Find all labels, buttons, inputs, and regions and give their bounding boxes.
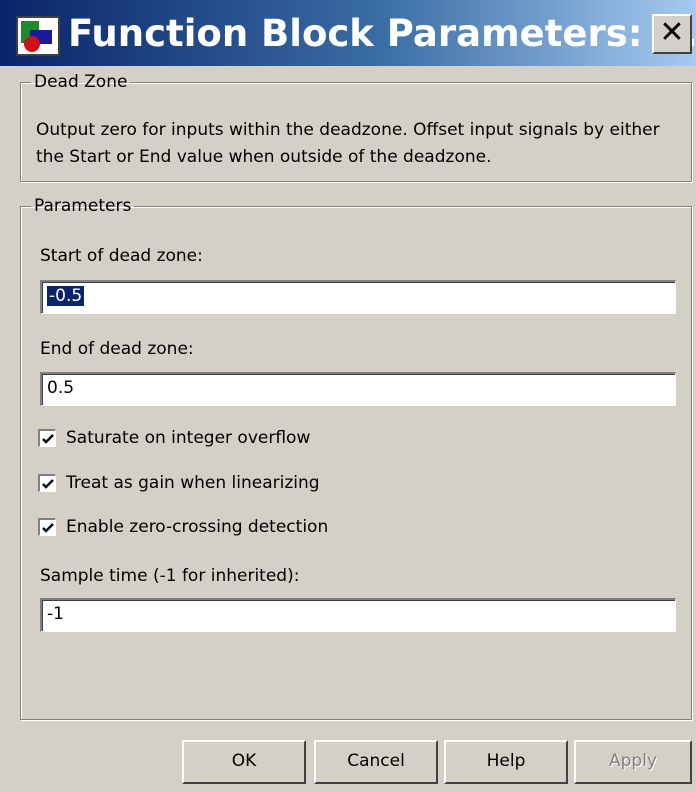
treat-as-gain-checkbox[interactable]: [38, 474, 56, 492]
saturate-overflow-label[interactable]: Saturate on integer overflow: [66, 428, 310, 448]
zero-crossing-label[interactable]: Enable zero-crossing detection: [66, 517, 328, 537]
close-icon: ✕: [659, 15, 685, 50]
title-bar[interactable]: Function Block Parameters: ... ✕: [0, 0, 696, 66]
end-dead-zone-value: 0.5: [47, 378, 75, 398]
start-dead-zone-input[interactable]: -0.5: [40, 280, 676, 314]
treat-as-gain-label[interactable]: Treat as gain when linearizing: [66, 473, 320, 493]
cancel-button[interactable]: Cancel: [314, 740, 438, 784]
checkmark-icon: [42, 523, 54, 533]
sample-time-label: Sample time (-1 for inherited):: [40, 566, 300, 586]
apply-button[interactable]: Apply: [574, 740, 692, 784]
parameters-group-legend: Parameters: [34, 196, 132, 216]
zero-crossing-checkbox[interactable]: [38, 518, 56, 536]
sample-time-value: -1: [47, 604, 64, 624]
parameters-group: Parameters: [20, 196, 692, 720]
window-title: Function Block Parameters: ...: [68, 12, 696, 55]
description-group-legend: Dead Zone: [34, 72, 128, 92]
start-dead-zone-value: -0.5: [47, 286, 85, 306]
help-button[interactable]: Help: [444, 740, 568, 784]
start-dead-zone-label: Start of dead zone:: [40, 246, 203, 266]
end-dead-zone-label: End of dead zone:: [40, 339, 194, 359]
saturate-overflow-checkbox[interactable]: [38, 429, 56, 447]
checkmark-icon: [42, 479, 54, 489]
ok-button[interactable]: OK: [182, 740, 306, 784]
end-dead-zone-input[interactable]: 0.5: [40, 372, 676, 406]
checkmark-icon: [42, 434, 54, 444]
simulink-block-icon[interactable]: [16, 16, 60, 56]
close-button[interactable]: ✕: [652, 14, 692, 54]
block-description: Output zero for inputs within the deadzo…: [36, 120, 660, 167]
sample-time-input[interactable]: -1: [40, 598, 676, 632]
